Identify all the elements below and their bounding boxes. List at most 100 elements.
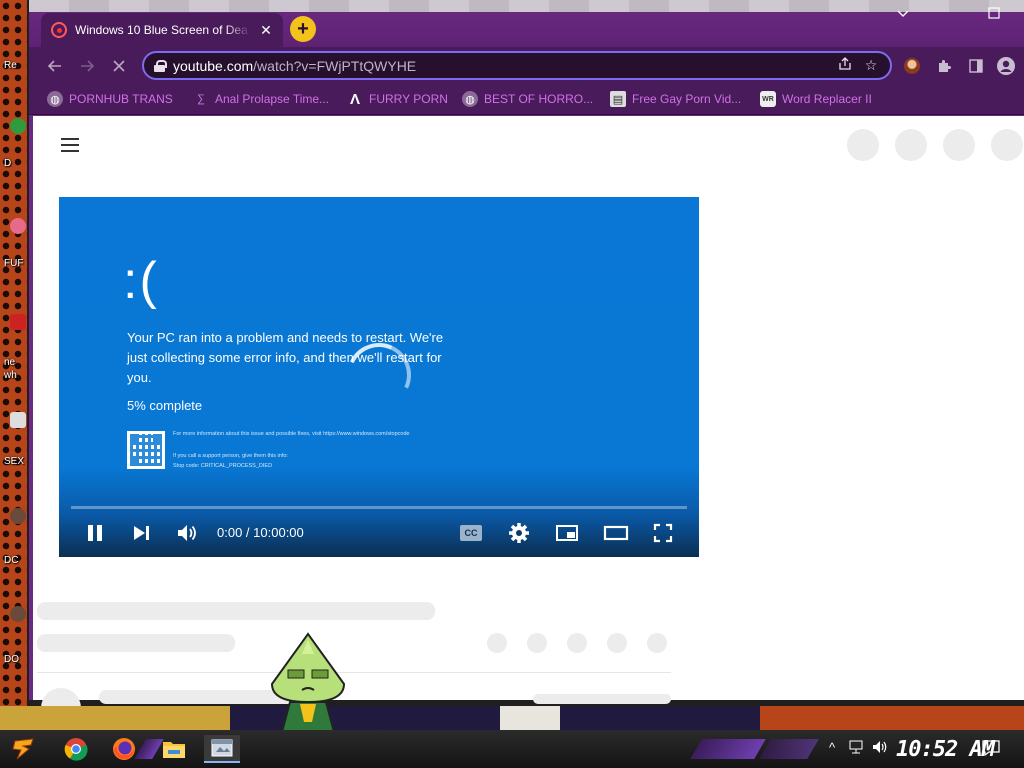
forward-button[interactable] (77, 56, 97, 76)
action-placeholder-circle (527, 633, 547, 653)
stop-loading-button[interactable] (109, 56, 129, 76)
taskbar: ^ 10:52 AM (0, 730, 1024, 768)
pause-button[interactable] (81, 518, 109, 548)
miniplayer-button[interactable] (553, 518, 581, 548)
back-button[interactable] (45, 56, 65, 76)
globe-icon: ◍ (47, 91, 63, 107)
header-placeholder-circle (991, 129, 1023, 161)
url-host: youtube.com (173, 57, 254, 74)
tab-title: Windows 10 Blue Screen of Dea (75, 23, 248, 37)
file-explorer-taskbar-icon[interactable] (160, 735, 188, 763)
bookmark-item[interactable]: ◍ BEST OF HORRO... (462, 91, 593, 107)
header-placeholder-circle (895, 129, 927, 161)
bsod-progress-text: 5% complete (127, 398, 203, 413)
tray-chevron-up-icon[interactable]: ^ (824, 740, 840, 755)
start-button[interactable] (10, 735, 38, 763)
wallpaper-strip (0, 706, 1024, 730)
notification-center-icon[interactable] (982, 740, 1000, 759)
speaker-icon[interactable] (872, 740, 888, 757)
taskbar-clock[interactable]: 10:52 AM (896, 737, 995, 762)
action-placeholder-circle (487, 633, 507, 653)
header-placeholder-circle (847, 129, 879, 161)
action-placeholder-circle (567, 633, 587, 653)
bookmark-label: Free Gay Porn Vid... (632, 92, 742, 106)
address-url[interactable]: youtube.com/watch?v=FWjPTtQWYHE (173, 58, 828, 74)
browser-window: Windows 10 Blue Screen of Dea ✕ + youtub… (27, 0, 1024, 712)
taskbar-decoration (690, 739, 766, 759)
taskbar-decoration (759, 739, 819, 759)
character-sticker-icon (270, 632, 346, 732)
title-bar: Windows 10 Blue Screen of Dea ✕ + (29, 0, 1024, 47)
action-placeholder-circle (647, 633, 667, 653)
globe-icon: ◍ (462, 91, 478, 107)
menu-hamburger-icon[interactable] (61, 138, 79, 152)
settings-gear-icon[interactable] (505, 518, 533, 548)
bookmark-icon: ∑ (197, 93, 205, 105)
bookmark-item[interactable]: ∑ Anal Prolapse Time... (193, 91, 329, 107)
bookmark-item[interactable]: Λ FURRY PORN (347, 90, 448, 108)
bookmark-label: Word Replacer II (782, 92, 872, 106)
content-divider (37, 672, 671, 673)
desktop-app-icon[interactable] (10, 412, 26, 428)
profile-avatar-icon[interactable] (902, 56, 922, 76)
bookmark-label: BEST OF HORRO... (484, 92, 594, 106)
current-time: 0:00 (217, 525, 243, 540)
address-bar[interactable]: youtube.com/watch?v=FWjPTtQWYHE ☆ (142, 51, 892, 80)
chrome-taskbar-icon[interactable] (62, 735, 90, 763)
bookmark-star-icon[interactable]: ☆ (862, 57, 880, 74)
chevron-down-icon[interactable] (893, 6, 913, 23)
active-window-taskbar-icon[interactable] (204, 735, 240, 763)
bookmark-label: Anal Prolapse Time... (215, 92, 330, 106)
captions-label: CC (460, 525, 482, 541)
browser-toolbar: youtube.com/watch?v=FWjPTtQWYHE ☆ (29, 47, 1024, 84)
bsod-stopcode-text: Stop code: CRITICAL_PROCESS_DIED (173, 463, 273, 469)
action-placeholder-circle (607, 633, 627, 653)
lock-icon[interactable] (154, 59, 167, 72)
wr-icon: WR (760, 91, 776, 107)
bookmarks-bar: ◍ PORNHUB TRANS ∑ Anal Prolapse Time... … (29, 84, 1024, 115)
video-player[interactable]: :( Your PC ran into a problem and needs … (59, 197, 699, 557)
maximize-button[interactable] (984, 6, 1004, 22)
bsod-info-text: For more information about this issue an… (173, 431, 410, 437)
new-tab-button[interactable]: + (290, 16, 316, 42)
account-icon[interactable] (996, 56, 1016, 76)
fullscreen-button[interactable] (649, 518, 677, 548)
bsod-support-text: If you call a support person, give them … (173, 453, 288, 459)
youtube-page: :( Your PC ran into a problem and needs … (33, 116, 1024, 712)
bookmark-item[interactable]: WR Word Replacer II (760, 91, 872, 107)
site-icon: ▤ (610, 91, 626, 107)
desktop-app-icon[interactable] (10, 508, 26, 524)
theater-mode-button[interactable] (601, 518, 631, 548)
url-path: /watch?v=FWjPTtQWYHE (253, 57, 417, 74)
side-panel-icon[interactable] (966, 56, 986, 76)
youtube-favicon-icon (51, 22, 67, 38)
bookmark-label: FURRY PORN (369, 92, 448, 106)
qr-code-icon (127, 431, 165, 469)
desktop-app-icon[interactable] (10, 218, 26, 234)
bookmark-item[interactable]: ▤ Free Gay Porn Vid... (610, 91, 741, 107)
share-icon[interactable] (836, 57, 854, 74)
lambda-icon: Λ (349, 90, 360, 108)
tab-active[interactable]: Windows 10 Blue Screen of Dea ✕ (41, 13, 283, 47)
volume-button[interactable] (173, 518, 201, 548)
captions-button[interactable]: CC (457, 518, 485, 548)
time-separator: / (242, 525, 254, 540)
desktop-app-icon[interactable] (10, 118, 26, 134)
video-time: 0:00 / 10:00:00 (217, 525, 304, 540)
title-bar-strip (29, 0, 1024, 12)
extensions-puzzle-icon[interactable] (934, 56, 954, 76)
desktop-app-icon[interactable] (10, 314, 26, 330)
bookmark-item[interactable]: ◍ PORNHUB TRANS (47, 91, 173, 107)
network-icon[interactable] (848, 740, 864, 757)
tab-close-icon[interactable]: ✕ (259, 22, 273, 39)
header-placeholder-circle (943, 129, 975, 161)
next-video-button[interactable] (127, 518, 155, 548)
video-progress-bar[interactable] (71, 506, 687, 509)
title-placeholder (37, 602, 435, 620)
channel-placeholder (37, 634, 235, 652)
bookmark-label: PORNHUB TRANS (69, 92, 173, 106)
subscribe-placeholder (533, 694, 671, 704)
desktop-app-icon[interactable] (10, 606, 26, 622)
bsod-sad-face: :( (123, 252, 159, 310)
duration: 10:00:00 (253, 525, 304, 540)
